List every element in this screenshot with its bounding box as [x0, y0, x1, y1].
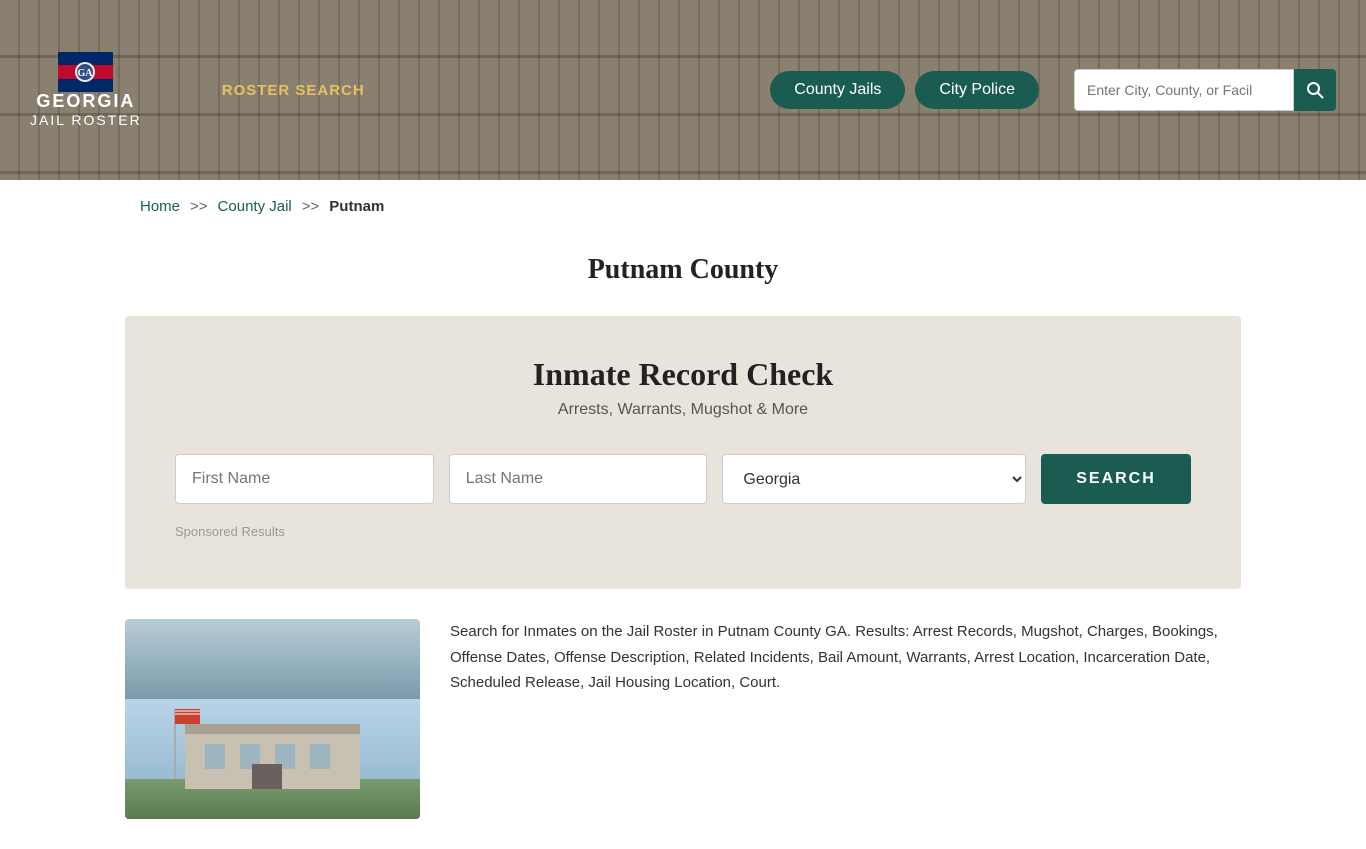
sponsored-results-label: Sponsored Results: [175, 524, 1191, 539]
main-nav: ROSTER SEARCH County Jails City Police: [222, 69, 1336, 111]
jail-building-icon: [125, 699, 420, 819]
search-icon: [1306, 81, 1324, 99]
breadcrumb-sep-1: >>: [190, 198, 208, 215]
inmate-check-title: Inmate Record Check: [175, 356, 1191, 393]
city-police-button[interactable]: City Police: [915, 71, 1039, 109]
logo-georgia: GEORGIA: [36, 92, 135, 112]
svg-text:GA: GA: [78, 68, 94, 79]
breadcrumb-home[interactable]: Home: [140, 198, 180, 215]
header-search-input[interactable]: [1074, 69, 1294, 111]
state-select[interactable]: Georgia Alabama Alaska Arizona Arkansas …: [722, 454, 1026, 504]
inmate-search-button[interactable]: SEARCH: [1041, 454, 1191, 504]
header-search-button[interactable]: [1294, 69, 1336, 111]
page-title: Putnam County: [0, 254, 1366, 286]
breadcrumb-sep-2: >>: [302, 198, 320, 215]
georgia-flag-icon: GA: [58, 52, 113, 92]
county-jails-button[interactable]: County Jails: [770, 71, 905, 109]
first-name-input[interactable]: [175, 454, 434, 504]
roster-search-link[interactable]: ROSTER SEARCH: [222, 82, 365, 99]
inmate-check-section: Inmate Record Check Arrests, Warrants, M…: [125, 316, 1241, 589]
jail-image: [125, 619, 420, 819]
last-name-input[interactable]: [449, 454, 708, 504]
breadcrumb-current: Putnam: [329, 198, 384, 215]
inmate-form-row: Georgia Alabama Alaska Arizona Arkansas …: [175, 454, 1191, 504]
breadcrumb: Home >> County Jail >> Putnam: [0, 180, 1366, 234]
logo-jail-roster: JAIL ROSTER: [30, 112, 142, 129]
header-search-area: [1074, 69, 1336, 111]
bottom-section: Search for Inmates on the Jail Roster in…: [0, 589, 1366, 849]
jail-description: Search for Inmates on the Jail Roster in…: [450, 619, 1241, 696]
breadcrumb-county-jail[interactable]: County Jail: [218, 198, 292, 215]
page-title-area: Putnam County: [0, 234, 1366, 316]
site-header: GA GEORGIA JAIL ROSTER ROSTER SEARCH Cou…: [0, 0, 1366, 180]
site-logo: GA GEORGIA JAIL ROSTER: [30, 52, 142, 129]
nav-buttons: County Jails City Police: [770, 71, 1039, 109]
inmate-check-subtitle: Arrests, Warrants, Mugshot & More: [175, 401, 1191, 419]
